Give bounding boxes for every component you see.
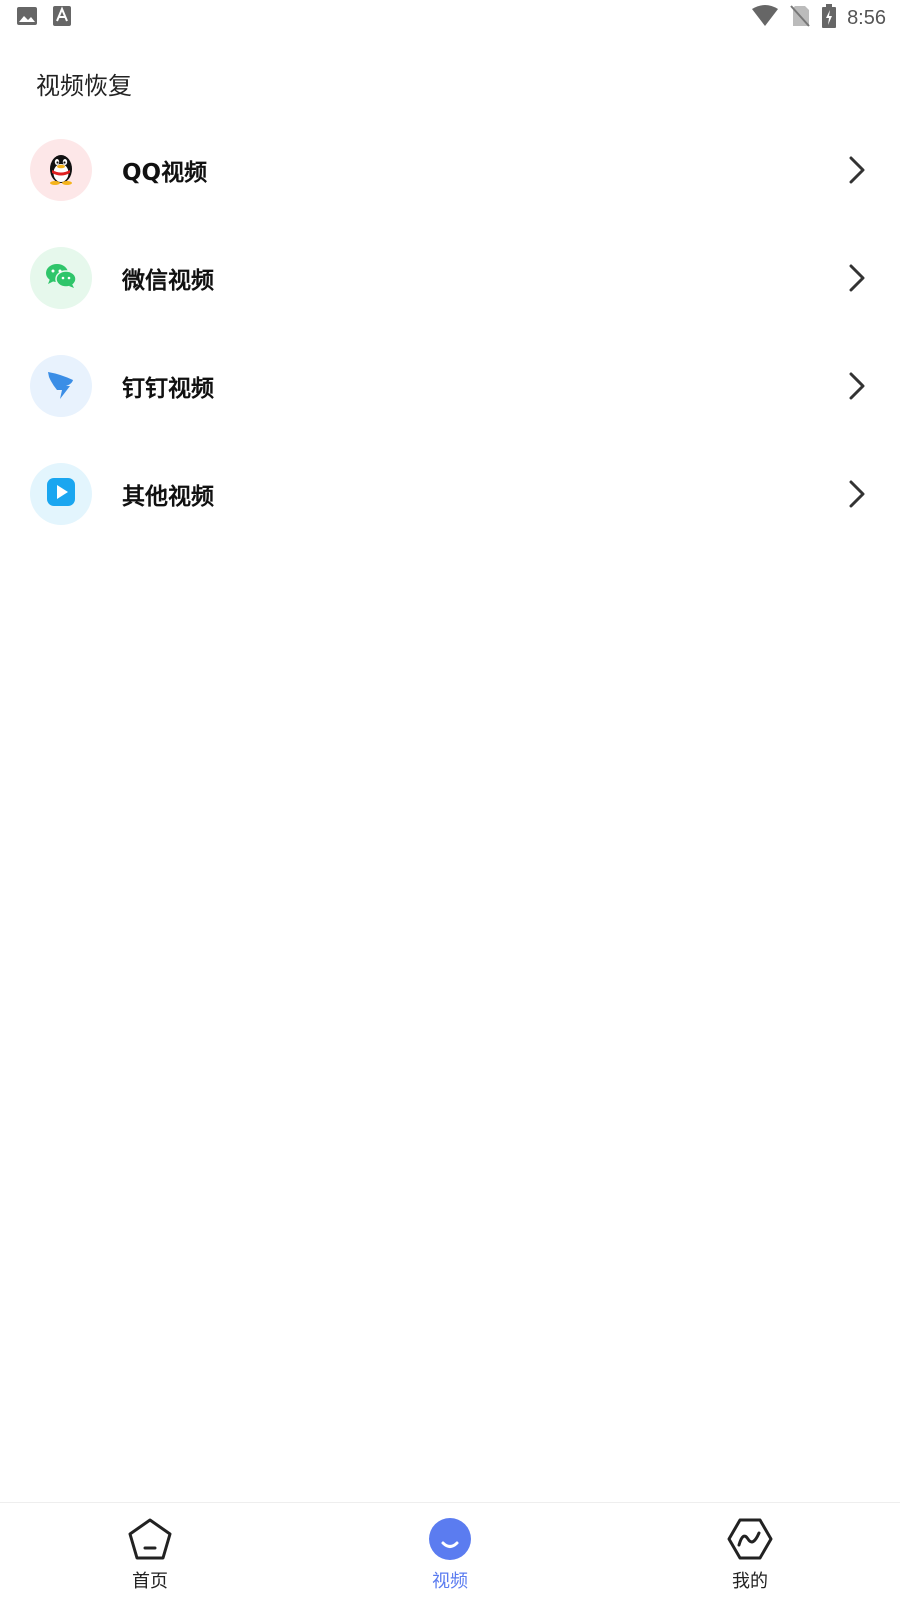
video-face-icon (426, 1517, 474, 1565)
tab-profile-label: 我的 (732, 1571, 768, 1592)
list-item-qq-video[interactable]: QQ视频 (0, 116, 900, 224)
battery-charging-icon (821, 4, 837, 32)
list-item-dingtalk-video[interactable]: 钉钉视频 (0, 332, 900, 440)
play-icon (46, 477, 76, 511)
chevron-right-icon (844, 371, 870, 401)
tab-video[interactable]: 视频 (300, 1503, 600, 1600)
wechat-icon (45, 262, 77, 294)
list-item-wechat-video[interactable]: 微信视频 (0, 224, 900, 332)
status-left (16, 5, 72, 31)
chevron-right-icon (844, 155, 870, 185)
list-item-label: QQ视频 (122, 160, 208, 186)
image-icon (16, 5, 38, 31)
no-sim-icon (789, 4, 811, 32)
list-item-other-video[interactable]: 其他视频 (0, 440, 900, 548)
status-bar: 8:56 (0, 0, 900, 36)
video-source-list: QQ视频 微信视频 钉钉视频 其他视频 (0, 116, 900, 548)
status-time: 8:56 (847, 6, 886, 29)
font-a-icon (52, 5, 72, 31)
chevron-right-icon (844, 479, 870, 509)
wifi-icon (751, 5, 779, 31)
list-item-label: 微信视频 (122, 268, 214, 294)
profile-hexagon-icon (726, 1517, 774, 1565)
dingtalk-icon (46, 368, 76, 404)
qq-icon-wrap (30, 139, 92, 201)
list-item-label: 其他视频 (122, 484, 214, 510)
tab-profile[interactable]: 我的 (600, 1503, 900, 1600)
bottom-tab-bar: 首页 视频 我的 (0, 1502, 900, 1600)
page-title: 视频恢复 (36, 72, 132, 100)
wechat-icon-wrap (30, 247, 92, 309)
tab-home-label: 首页 (132, 1571, 168, 1592)
home-pentagon-icon (126, 1517, 174, 1565)
status-right: 8:56 (751, 4, 886, 32)
dingtalk-icon-wrap (30, 355, 92, 417)
list-item-label: 钉钉视频 (122, 376, 214, 402)
play-icon-wrap (30, 463, 92, 525)
tab-video-label: 视频 (432, 1571, 468, 1592)
tab-home[interactable]: 首页 (0, 1503, 300, 1600)
qq-penguin-icon (46, 151, 76, 189)
chevron-right-icon (844, 263, 870, 293)
